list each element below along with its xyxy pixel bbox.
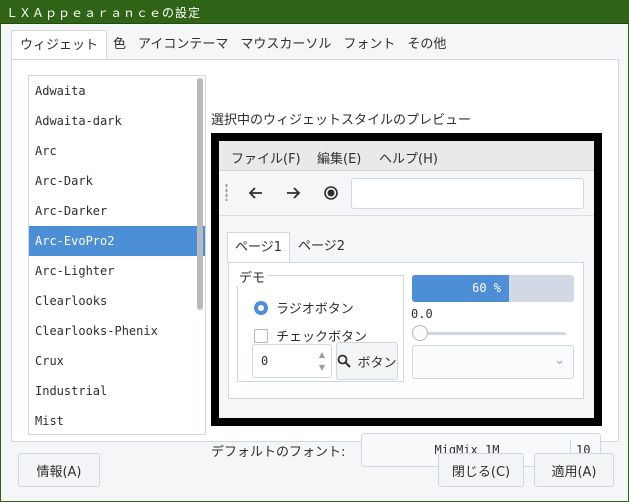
list-item-selected[interactable]: Arc-EvoPro2 — [29, 226, 205, 256]
preview-button-label: ボタン — [357, 355, 397, 371]
tab-font[interactable]: フォント — [337, 30, 401, 60]
preview-button[interactable]: ボタン — [336, 342, 398, 380]
forward-arrow-icon[interactable] — [282, 182, 304, 204]
widget-pane: Adwaita Adwaita-dark Arc Arc-Dark Arc-Da… — [11, 59, 619, 467]
progress-text: 60 % — [472, 281, 501, 295]
list-item[interactable]: Clearlooks — [29, 286, 205, 316]
settings-window: ウィジェット 色 アイコンテーマ マウスカーソル フォント その他 Adwait… — [1, 24, 628, 501]
scale-handle[interactable] — [412, 325, 428, 341]
scale-value: 0.0 — [411, 307, 433, 321]
about-button[interactable]: 情報(A) — [18, 453, 100, 487]
list-item[interactable]: Industrial — [29, 376, 205, 406]
spin-down-icon[interactable]: ▼ — [316, 362, 328, 374]
list-scrollbar[interactable] — [197, 78, 203, 310]
list-item[interactable]: Crux — [29, 346, 205, 376]
frame-title: デモ — [237, 267, 268, 286]
scale-trough[interactable] — [419, 332, 566, 335]
list-item[interactable]: Adwaita-dark — [29, 106, 205, 136]
radio-button[interactable]: ラジオボタン — [254, 298, 354, 317]
toolbar-grip-icon[interactable] — [225, 183, 228, 201]
list-item[interactable]: Clearlooks-Phenix — [29, 316, 205, 346]
radio-checked-icon[interactable] — [254, 300, 268, 315]
theme-list[interactable]: Adwaita Adwaita-dark Arc Arc-Dark Arc-Da… — [28, 75, 206, 435]
menu-file[interactable]: ファイル(F) — [231, 148, 301, 167]
progress-bar: 60 % — [412, 275, 574, 302]
list-item[interactable]: Arc-Lighter — [29, 256, 205, 286]
menu-edit[interactable]: 編集(E) — [317, 148, 361, 167]
combo-box[interactable]: ⌄ — [412, 345, 574, 379]
checkbox-icon[interactable] — [254, 328, 268, 343]
spin-up-icon[interactable]: ▲ — [316, 349, 328, 361]
tab-widget[interactable]: ウィジェット — [11, 30, 108, 61]
spin-value: 0 — [261, 354, 269, 368]
main-tabs: ウィジェット 色 アイコンテーマ マウスカーソル フォント その他 — [11, 30, 452, 61]
back-arrow-icon[interactable] — [245, 182, 267, 204]
window-title: ＬＸＡｐｐｅａｒａｎｃｅの設定 — [6, 6, 202, 20]
record-icon[interactable] — [320, 182, 342, 204]
list-item[interactable]: Arc-Dark — [29, 166, 205, 196]
demo-frame: ラジオボタン チェックボタン 0 ▲ ▼ ボタン — [237, 275, 404, 382]
preview-toolbar — [219, 171, 594, 216]
preview-frame: ファイル(F) 編集(E) ヘルプ(H) ページ1 ページ2 ラジオボタン チェ… — [211, 133, 602, 426]
tab-page1[interactable]: ページ1 — [227, 232, 291, 263]
toolbar-entry[interactable] — [351, 178, 584, 209]
radio-label: ラジオボタン — [276, 302, 354, 317]
list-item[interactable]: Adwaita — [29, 76, 205, 106]
preview-label: 選択中のウィジェットスタイルのプレビュー — [211, 113, 472, 128]
tab-other[interactable]: その他 — [401, 30, 452, 60]
chevron-down-icon: ⌄ — [554, 353, 565, 368]
tab-mouse-cursor[interactable]: マウスカーソル — [234, 30, 337, 60]
preview-menubar: ファイル(F) 編集(E) ヘルプ(H) — [219, 141, 594, 171]
tab-page2[interactable]: ページ2 — [291, 232, 352, 263]
list-item[interactable]: Arc — [29, 136, 205, 166]
title-bar: ＬＸＡｐｐｅａｒａｎｃｅの設定 — [0, 0, 629, 24]
apply-button[interactable]: 適用(A) — [534, 453, 614, 487]
list-item[interactable]: Mist — [29, 406, 205, 434]
menu-help[interactable]: ヘルプ(H) — [379, 148, 438, 167]
list-item[interactable]: Arc-Darker — [29, 196, 205, 226]
spin-button[interactable]: 0 ▲ ▼ — [252, 344, 332, 378]
close-button[interactable]: 閉じる(C) — [438, 453, 524, 487]
default-font-label: デフォルトのフォント: — [211, 445, 346, 460]
notebook-page: ラジオボタン チェックボタン 0 ▲ ▼ ボタン デモ 60 % 0.0 ⌄ — [228, 262, 584, 399]
tab-color[interactable]: 色 — [107, 30, 132, 60]
tab-icon-theme[interactable]: アイコンテーマ — [132, 30, 234, 60]
search-icon — [338, 354, 352, 368]
